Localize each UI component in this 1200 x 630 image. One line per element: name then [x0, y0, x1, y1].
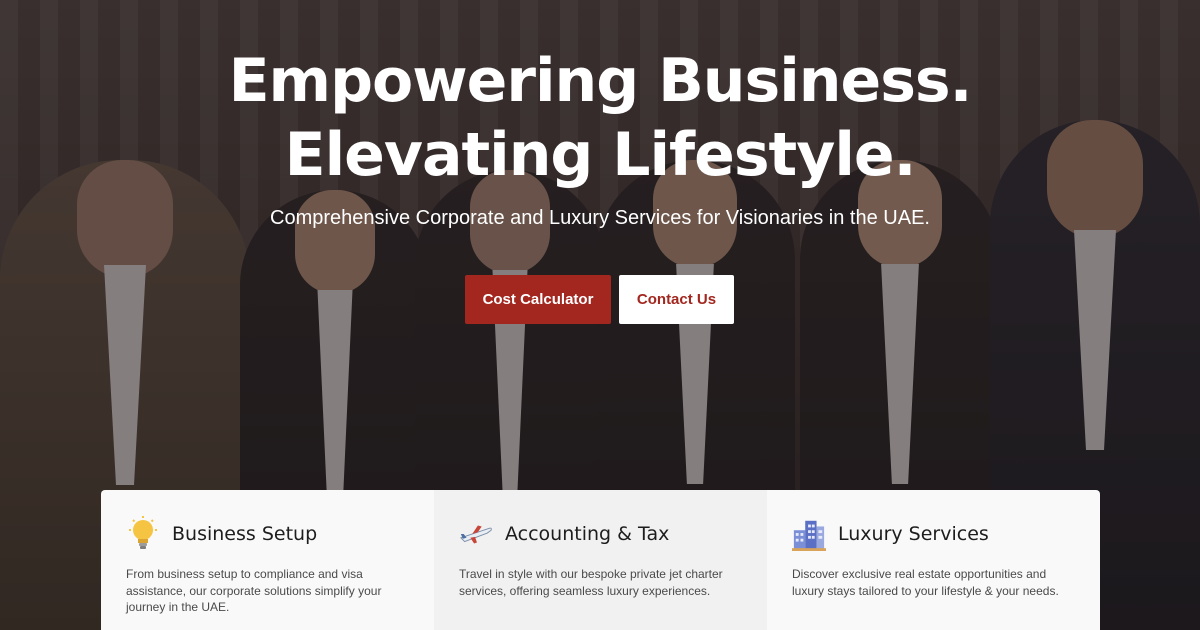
card-title: Accounting & Tax	[505, 523, 670, 545]
hero-section: Empowering Business. Elevating Lifestyle…	[0, 0, 1200, 630]
service-card-business-setup[interactable]: Business Setup From business setup to co…	[101, 490, 434, 630]
airplane-icon	[459, 516, 493, 552]
card-description: From business setup to compliance and vi…	[126, 567, 382, 614]
service-card-luxury-services[interactable]: Luxury Services Discover exclusive real …	[767, 490, 1100, 630]
contact-us-button[interactable]: Contact Us	[619, 275, 734, 324]
cost-calculator-button[interactable]: Cost Calculator	[465, 275, 611, 324]
card-description: Discover exclusive real estate opportuni…	[792, 567, 1059, 598]
card-title: Luxury Services	[838, 523, 989, 545]
hero-headline: Empowering Business. Elevating Lifestyle…	[0, 44, 1200, 192]
card-description: Travel in style with our bespoke private…	[459, 567, 723, 598]
card-title: Business Setup	[172, 523, 318, 545]
buildings-icon	[792, 516, 826, 552]
hero-subheadline: Comprehensive Corporate and Luxury Servi…	[270, 207, 930, 229]
lightbulb-icon	[126, 516, 160, 552]
service-card-accounting-tax[interactable]: Accounting & Tax Travel in style with ou…	[434, 490, 767, 630]
hero-actions: Cost Calculator Contact Us	[465, 275, 734, 324]
headline-line-1: Empowering Business.	[228, 46, 973, 116]
service-cards: Business Setup From business setup to co…	[101, 490, 1100, 630]
headline-line-2: Elevating Lifestyle.	[284, 120, 917, 190]
